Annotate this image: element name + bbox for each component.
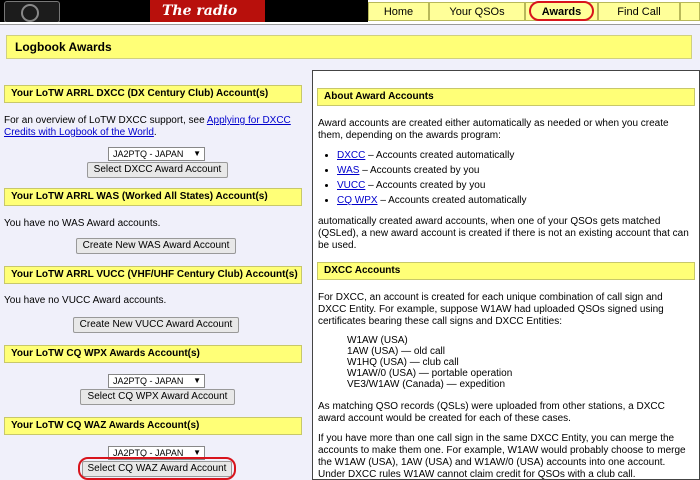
award-program-list: DXCC – Accounts created automatically WA… xyxy=(323,148,527,208)
list-item: WAS – Accounts created by you xyxy=(337,163,527,178)
call-sign-list: W1AW (USA) 1AW (USA) — old call W1HQ (US… xyxy=(347,335,512,390)
help-panel: About Award Accounts Award accounts are … xyxy=(312,70,700,480)
wpx-account-select[interactable]: JA2PTQ - JAPAN ▼ xyxy=(108,374,205,388)
lotw-logo: The radio xyxy=(0,0,368,22)
dxcc-account-select[interactable]: JA2PTQ - JAPAN ▼ xyxy=(108,147,205,161)
dxcc-accounts-heading: DXCC Accounts xyxy=(317,262,695,280)
select-wpx-account-button[interactable]: Select CQ WPX Award Account xyxy=(80,389,235,405)
nav-more[interactable] xyxy=(680,2,700,21)
list-item: CQ WPX – Accounts created automatically xyxy=(337,193,527,208)
dxcc-overview-text: For an overview of LoTW DXCC support, se… xyxy=(4,115,291,138)
was-link[interactable]: WAS xyxy=(337,165,359,176)
nav-awards[interactable]: Awards xyxy=(525,1,598,21)
about-outro-text: automatically created award accounts, wh… xyxy=(318,216,689,251)
list-item: VUCC – Accounts created by you xyxy=(337,178,527,193)
chevron-down-icon: ▼ xyxy=(193,149,201,158)
highlight-circle xyxy=(529,1,594,21)
dxcc-qsl-paragraph: As matching QSO records (QSLs) were uplo… xyxy=(318,401,665,424)
page-title: Logbook Awards xyxy=(6,35,692,59)
select-dxcc-account-button[interactable]: Select DXCC Award Account xyxy=(87,162,228,178)
cq-wpx-link[interactable]: CQ WPX xyxy=(337,195,378,206)
dxcc-link[interactable]: DXCC xyxy=(337,150,365,161)
vucc-section-heading: Your LoTW ARRL VUCC (VHF/UHF Century Clu… xyxy=(4,266,302,284)
nav-home[interactable]: Home xyxy=(368,2,429,21)
dxcc-merge-paragraph: If you have more than one call sign in t… xyxy=(318,433,686,480)
chevron-down-icon: ▼ xyxy=(193,376,201,385)
list-item: W1AW (USA) xyxy=(347,335,408,346)
was-empty-text: You have no WAS Award accounts. xyxy=(4,218,161,229)
logo-slogan: The radio xyxy=(162,3,238,19)
list-item: W1HQ (USA) — club call xyxy=(347,357,459,368)
top-banner: The radio Home Your QSOs Awards Find Cal… xyxy=(0,0,700,24)
dxcc-accounts-paragraph: For DXCC, an account is created for each… xyxy=(318,292,664,327)
about-award-accounts-heading: About Award Accounts xyxy=(317,88,695,106)
waz-section-heading: Your LoTW CQ WAZ Awards Account(s) xyxy=(4,417,302,435)
was-section-heading: Your LoTW ARRL WAS (Worked All States) A… xyxy=(4,188,302,206)
list-item: DXCC – Accounts created automatically xyxy=(337,148,527,163)
create-vucc-account-button[interactable]: Create New VUCC Award Account xyxy=(73,317,239,333)
dxcc-section-heading: Your LoTW ARRL DXCC (DX Century Club) Ac… xyxy=(4,85,302,103)
about-intro-text: Award accounts are created either automa… xyxy=(318,118,669,141)
nav-your-qsos[interactable]: Your QSOs xyxy=(429,2,525,21)
list-item: 1AW (USA) — old call xyxy=(347,346,445,357)
list-item: W1AW/0 (USA) — portable operation xyxy=(347,368,513,379)
wpx-section-heading: Your LoTW CQ WPX Awards Account(s) xyxy=(4,345,302,363)
create-was-account-button[interactable]: Create New WAS Award Account xyxy=(76,238,236,254)
radio-dial-graphic xyxy=(4,1,60,22)
highlight-circle xyxy=(78,457,236,480)
list-item: VE3/W1AW (Canada) — expedition xyxy=(347,379,506,390)
nav-find-call[interactable]: Find Call xyxy=(598,2,680,21)
vucc-link[interactable]: VUCC xyxy=(337,180,365,191)
vucc-empty-text: You have no VUCC Award accounts. xyxy=(4,295,167,306)
